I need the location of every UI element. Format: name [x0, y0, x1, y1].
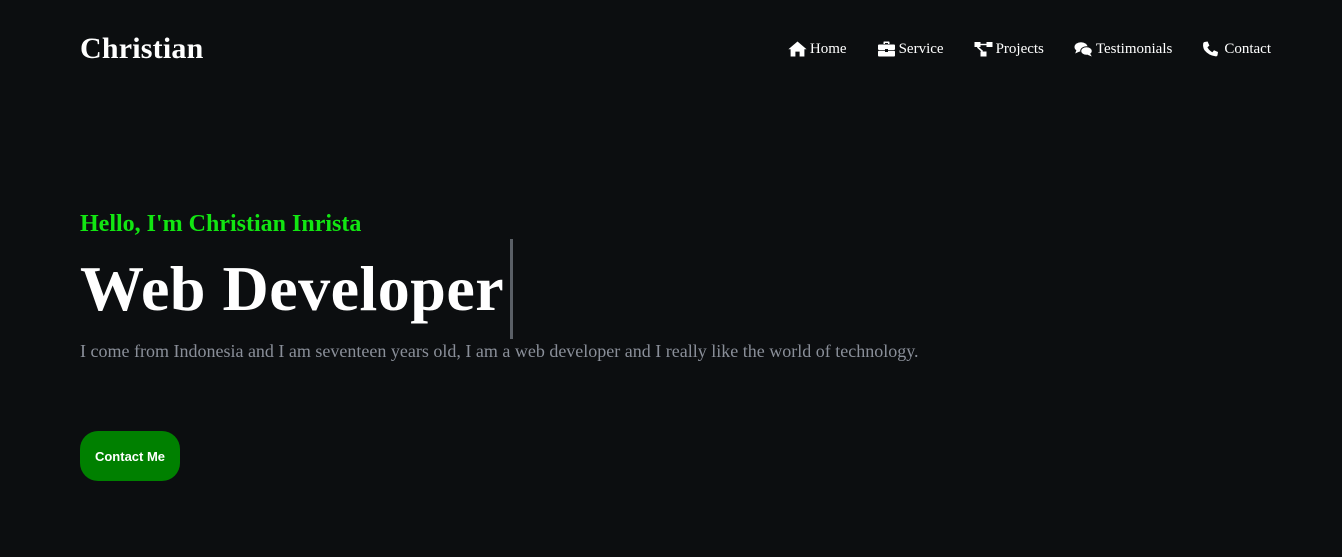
nav-item-label: Testimonials: [1095, 40, 1173, 57]
nav-item-label: Home: [809, 40, 847, 57]
nav-item-label: Projects: [995, 40, 1044, 57]
phone-icon: [1202, 41, 1221, 57]
home-icon: [788, 41, 807, 57]
briefcase-icon: [877, 41, 896, 57]
contact-me-button[interactable]: Contact Me: [80, 431, 180, 481]
nav-item-testimonials[interactable]: Testimonials: [1074, 41, 1172, 58]
nav-item-projects[interactable]: Projects: [974, 41, 1044, 58]
hero-greeting: Hello, I'm Christian Inrista: [80, 211, 362, 237]
hero-section: Hello, I'm Christian Inrista Web Develop…: [80, 210, 1180, 363]
comments-icon: [1074, 41, 1093, 57]
nav-item-contact[interactable]: Contact: [1202, 41, 1271, 58]
hero-bio: I come from Indonesia and I am seventeen…: [80, 341, 919, 361]
main-nav: Home Service Projects Testimonials Conta…: [788, 41, 1271, 58]
hero-role-title: Web Developer: [80, 253, 505, 324]
nav-item-label: Service: [898, 40, 944, 57]
hero-role-line: Web Developer: [80, 239, 1180, 339]
nav-item-service[interactable]: Service: [877, 41, 944, 58]
brand-logo[interactable]: Christian: [80, 32, 204, 66]
nav-item-home[interactable]: Home: [788, 41, 847, 58]
nav-item-label: Contact: [1224, 40, 1271, 57]
page: Christian Home Service Projects Testimon…: [0, 0, 1342, 557]
project-diagram-icon: [974, 41, 993, 57]
typing-cursor: [510, 239, 514, 339]
navbar: Christian Home Service Projects Testimon…: [80, 28, 1271, 70]
